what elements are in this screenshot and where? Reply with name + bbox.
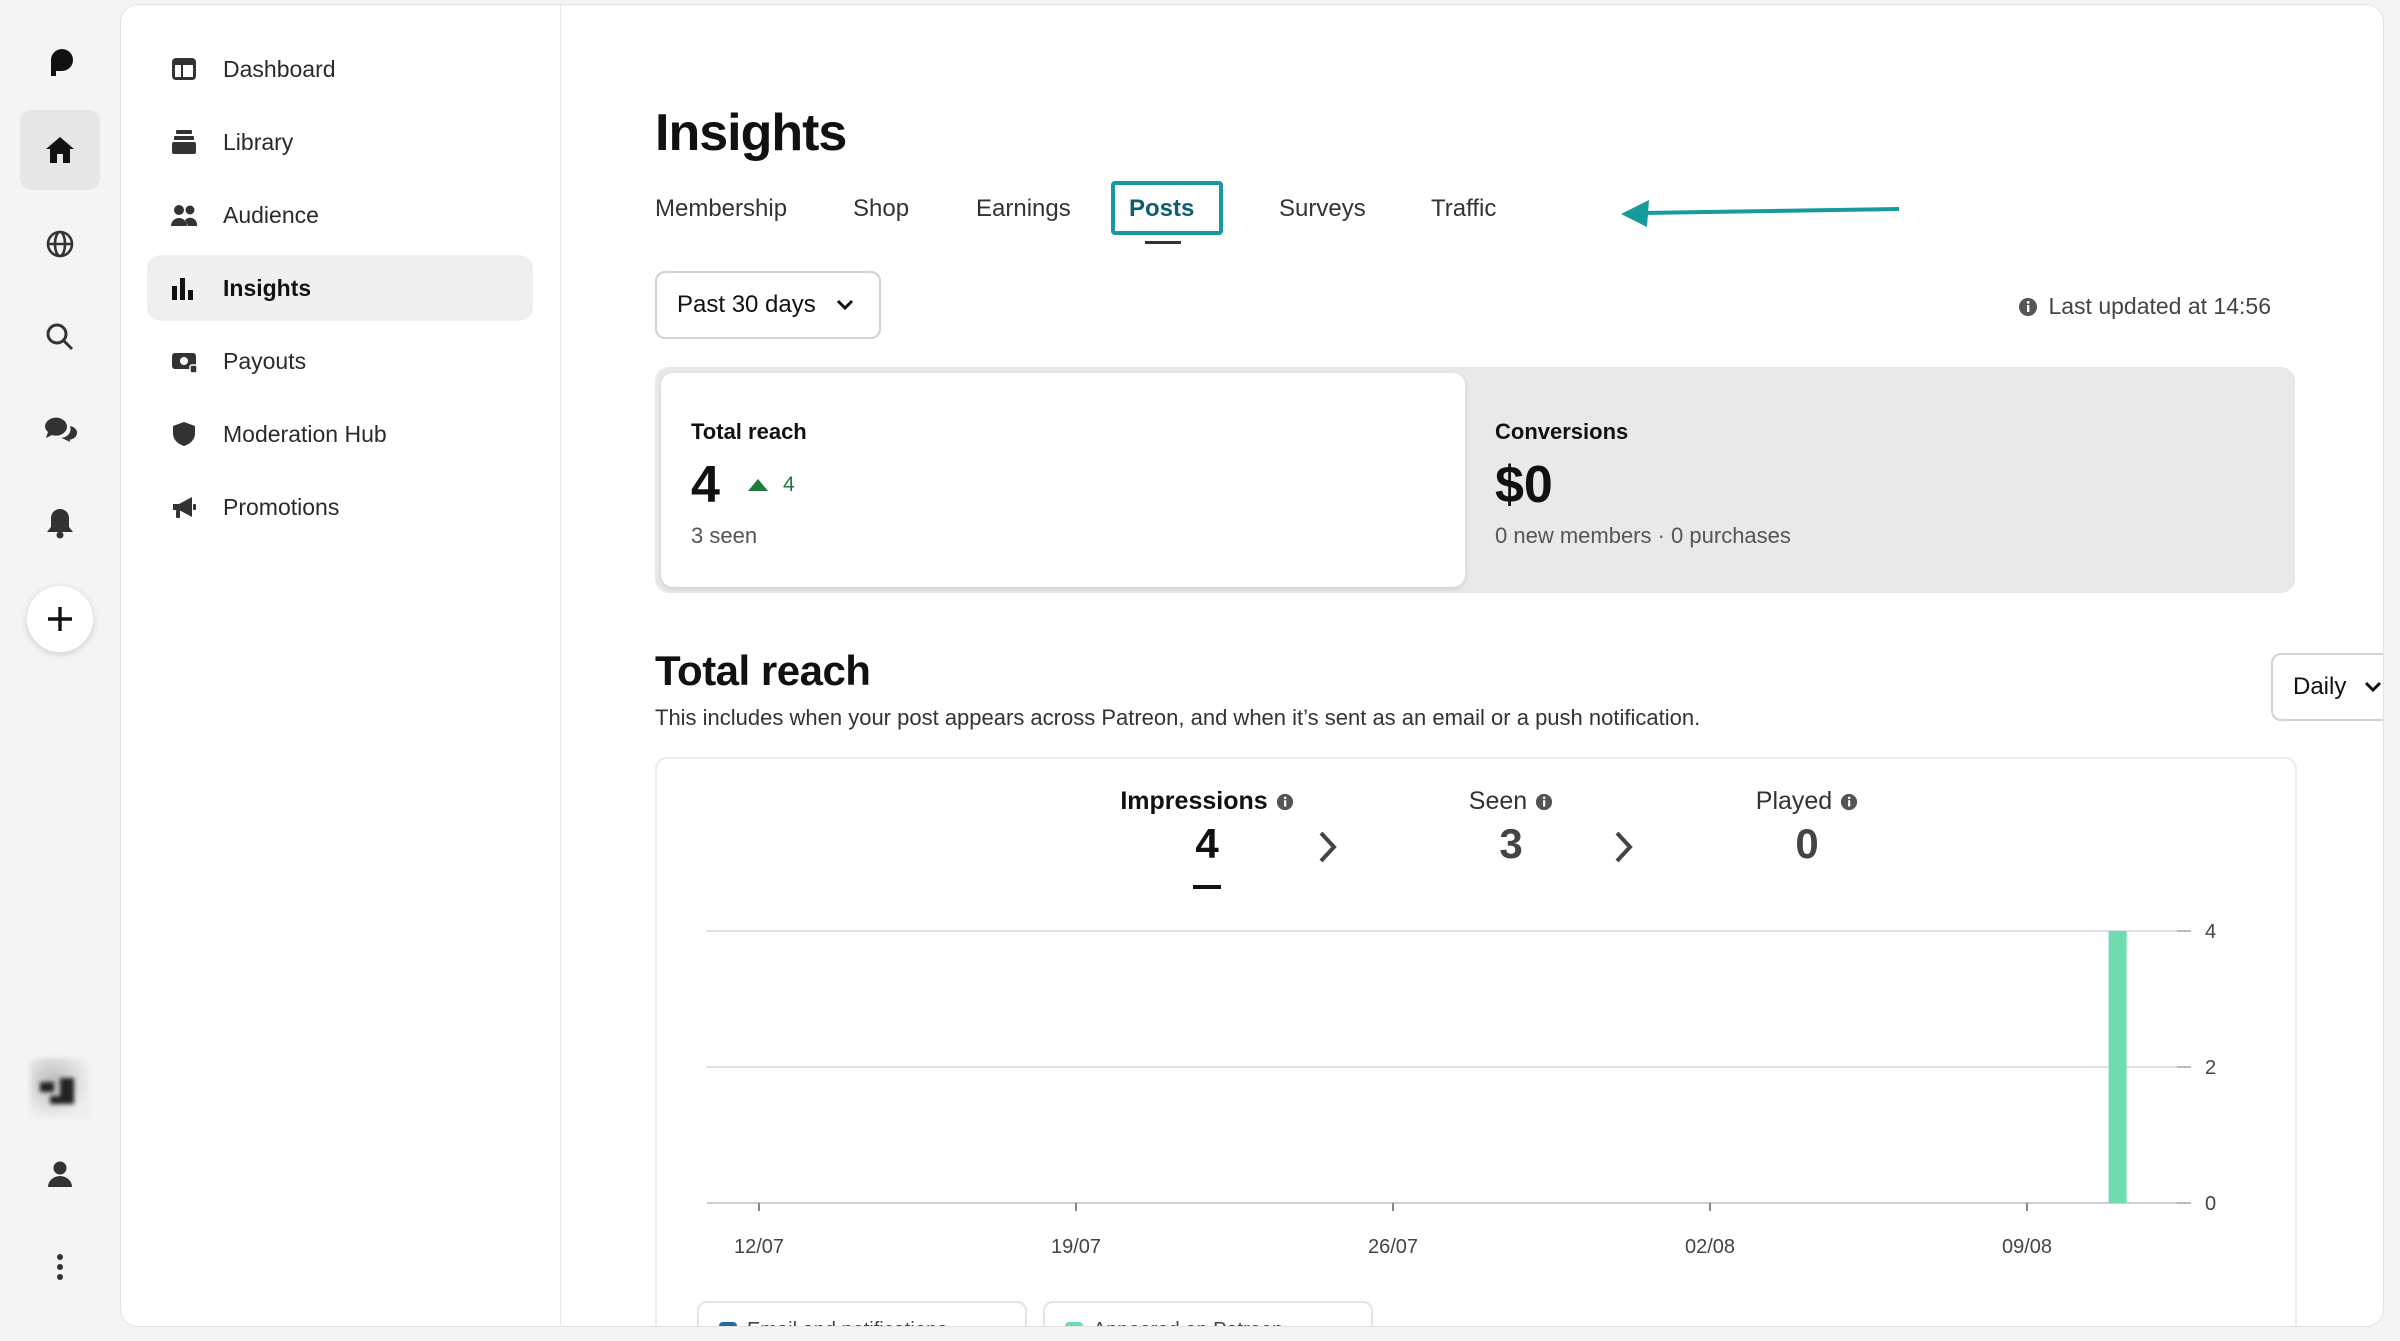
sidebar-item-label: Insights — [223, 274, 312, 301]
more-vertical-icon[interactable] — [20, 1227, 100, 1307]
section-description: This includes when your post appears acr… — [655, 705, 1701, 730]
sidebar-item-library[interactable]: Library — [147, 109, 533, 175]
stat-sub-conversions: 0 new members · 0 purchases — [1495, 523, 1791, 548]
x-tick-label: 12/07 — [734, 1236, 784, 1258]
last-updated: Last updated at 14:56 — [2018, 293, 2271, 320]
search-icon[interactable] — [20, 297, 100, 377]
plus-icon[interactable] — [27, 586, 93, 652]
legend-chip-email[interactable]: Email and notifications — [697, 1301, 1027, 1326]
legend-swatch — [719, 1321, 737, 1326]
chevron-down-icon — [2365, 681, 2382, 693]
stat-value-conversions: $0 — [1495, 456, 1553, 514]
date-range-select[interactable]: Past 30 days — [655, 271, 881, 339]
legend-label: Email and notifications — [747, 1319, 947, 1326]
person-icon[interactable] — [20, 1134, 100, 1214]
main-card: Dashboard Library Audience Insights Payo… — [120, 4, 2384, 1327]
stats-panel: Total reach 4 4 3 seen Conversions $0 0 … — [655, 367, 2295, 593]
avatar[interactable] — [30, 1058, 90, 1118]
sidebar-item-label: Moderation Hub — [223, 420, 387, 447]
sidebar-item-insights[interactable]: Insights — [147, 255, 533, 321]
chart-card: Impressions 4 Seen 3 Played 0 0 2 4 12/07 19… — [655, 757, 2297, 1326]
sidebar-item-label: Dashboard — [223, 55, 336, 82]
globe-icon[interactable] — [20, 204, 100, 284]
chevron-down-icon — [836, 299, 853, 311]
stat-card-total-reach[interactable]: Total reach 4 4 3 seen — [661, 373, 1465, 587]
interval-value: Daily — [2293, 673, 2347, 700]
stat-value: 4 — [691, 456, 720, 514]
x-tick-label: 26/07 — [1368, 1236, 1418, 1258]
main-content: Insights Membership Shop Earnings Posts … — [561, 5, 2383, 1326]
bell-icon[interactable] — [20, 483, 100, 563]
shield-icon — [169, 419, 199, 449]
reach-chart: 0 2 4 12/07 19/07 26/07 02/08 09/08 — [707, 921, 2216, 1258]
sidebar-item-promotions[interactable]: Promotions — [147, 474, 533, 540]
x-tick-label: 19/07 — [1051, 1236, 1101, 1258]
x-tick-label: 02/08 — [1685, 1236, 1735, 1258]
sidebar-item-audience[interactable]: Audience — [147, 182, 533, 248]
legend-label: Appeared on Patreon — [1093, 1319, 1283, 1326]
x-tick-label: 09/08 — [2002, 1236, 2052, 1258]
stat-delta: 4 — [747, 473, 795, 497]
sidebar-item-label: Promotions — [223, 493, 340, 520]
sidebar-item-label: Library — [223, 128, 294, 155]
home-icon[interactable] — [20, 110, 100, 190]
tab-shop[interactable]: Shop — [853, 195, 909, 223]
sidebar-item-label: Audience — [223, 201, 319, 228]
stat-label: Total reach — [691, 419, 807, 444]
sidebar-item-moderation-hub[interactable]: Moderation Hub — [147, 401, 533, 467]
dashboard-icon — [169, 54, 199, 84]
annotation-arrow-icon — [1621, 200, 1900, 227]
last-updated-text: Last updated at 14:56 — [2048, 293, 2271, 319]
insights-icon — [169, 273, 199, 303]
y-tick-label: 2 — [2205, 1057, 2216, 1079]
info-icon — [2019, 297, 2038, 316]
legend-chip-patreon[interactable]: Appeared on Patreon — [1043, 1301, 1373, 1326]
y-tick-label: 4 — [2205, 921, 2216, 943]
bar — [2108, 931, 2127, 1203]
stat-label-conversions: Conversions — [1495, 419, 1629, 444]
stat-sub: 3 seen — [691, 523, 758, 548]
icon-rail — [0, 0, 120, 1341]
tab-surveys[interactable]: Surveys — [1279, 195, 1366, 223]
interval-select[interactable]: Daily — [2271, 653, 2383, 721]
library-icon — [169, 127, 199, 157]
tab-membership[interactable]: Membership — [655, 195, 787, 223]
chat-icon[interactable] — [20, 390, 100, 470]
audience-icon — [169, 200, 199, 230]
sidebar-item-dashboard[interactable]: Dashboard — [147, 36, 533, 102]
y-tick-label: 0 — [2205, 1193, 2216, 1215]
megaphone-icon — [169, 492, 199, 522]
stat-delta-value: 4 — [783, 473, 795, 496]
tab-earnings[interactable]: Earnings — [976, 195, 1071, 223]
payouts-icon — [169, 346, 199, 376]
page-title: Insights — [655, 104, 847, 162]
sidebar-item-payouts[interactable]: Payouts — [147, 328, 533, 394]
section-title: Total reach — [655, 647, 871, 694]
sidebar: Dashboard Library Audience Insights Payo… — [121, 5, 561, 1326]
patreon-logo-icon[interactable] — [20, 24, 100, 104]
active-tab-underline — [1145, 241, 1181, 244]
date-range-value: Past 30 days — [677, 291, 816, 318]
tab-highlight-box — [1111, 181, 1223, 235]
legend-swatch — [1065, 1321, 1083, 1326]
sidebar-item-label: Payouts — [223, 347, 307, 374]
trend-up-icon — [748, 479, 768, 491]
tab-traffic[interactable]: Traffic — [1431, 195, 1496, 223]
